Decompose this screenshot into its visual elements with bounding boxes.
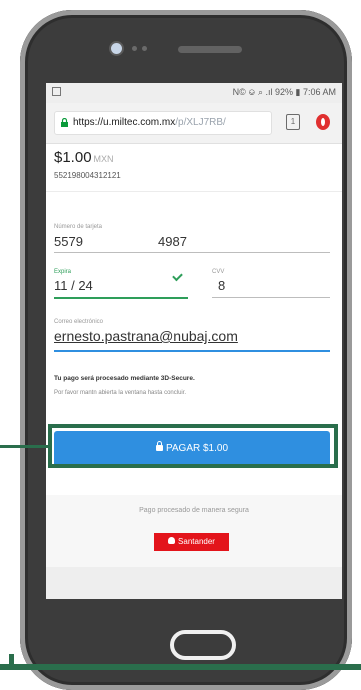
expiry-field[interactable]: 11 / 24: [54, 278, 93, 293]
earpiece: [178, 46, 242, 53]
url-host: https://u.miltec.com.mx: [73, 117, 176, 128]
callout-line: [0, 445, 48, 448]
home-button[interactable]: [170, 630, 236, 660]
card-number-underline: [54, 252, 330, 253]
santander-logo: Santander: [154, 533, 229, 551]
front-camera-icon: [111, 43, 122, 54]
cvv-underline: [212, 297, 330, 298]
amount-value: $1.00: [54, 149, 92, 166]
secure-notice: Tu pago será procesado mediante 3D-Secur…: [54, 375, 195, 382]
email-label: Correo electrónico: [54, 319, 104, 325]
santander-flame-icon: [168, 537, 176, 544]
keep-open-notice: Por favor mantn abierta la ventana hasta…: [54, 390, 187, 396]
bottom-rule: [0, 664, 361, 670]
expiry-underline: [54, 297, 188, 299]
secure-lock-icon: [61, 118, 68, 127]
payment-reference: 552198004312121: [54, 171, 121, 180]
tab-switcher-icon[interactable]: 1: [286, 114, 300, 130]
footer: Pago procesado de manera segura Santande…: [46, 495, 342, 567]
status-bar: N© ⎉ ⌕ .ıl 92% ▮ 7:06 AM: [46, 83, 342, 103]
sensor-icon: [132, 46, 137, 51]
payment-amount: $1.00 MXN: [54, 149, 114, 166]
card-number-part1[interactable]: 5579: [54, 234, 83, 249]
url-text: https://u.miltec.com.mx/p/XLJ7RB/: [73, 117, 226, 128]
card-number-label: Número de tarjeta: [54, 224, 103, 230]
url-path: /p/XLJ7RB/: [175, 117, 226, 128]
cvv-field[interactable]: 8: [218, 278, 225, 293]
bank-name: Santander: [178, 537, 215, 546]
callout-tick: [9, 654, 14, 664]
email-underline: [54, 350, 330, 352]
valid-check-icon: [172, 270, 183, 282]
notification-icon: [52, 87, 61, 96]
browser-address-bar: https://u.miltec.com.mx/p/XLJ7RB/ 1: [46, 103, 342, 144]
email-field[interactable]: ernesto.pastrana@nubaj.com: [54, 328, 238, 344]
currency-label: MXN: [93, 154, 114, 164]
url-field[interactable]: https://u.miltec.com.mx/p/XLJ7RB/: [54, 111, 272, 135]
card-number-part2[interactable]: 4987: [158, 234, 187, 249]
phone-screen: N© ⎉ ⌕ .ıl 92% ▮ 7:06 AM https://u.milte…: [46, 83, 342, 599]
cvv-label: CVV: [212, 269, 225, 275]
page-bottom: [46, 567, 342, 599]
secure-processing-text: Pago procesado de manera segura: [139, 507, 249, 514]
opera-menu-icon[interactable]: [316, 114, 330, 130]
expiry-label: Expira: [54, 269, 72, 275]
status-indicators: N© ⎉ ⌕ .ıl 92% ▮ 7:06 AM: [232, 87, 336, 97]
highlight-box: [48, 424, 338, 468]
sensor-icon: [142, 46, 147, 51]
divider: [46, 191, 342, 192]
